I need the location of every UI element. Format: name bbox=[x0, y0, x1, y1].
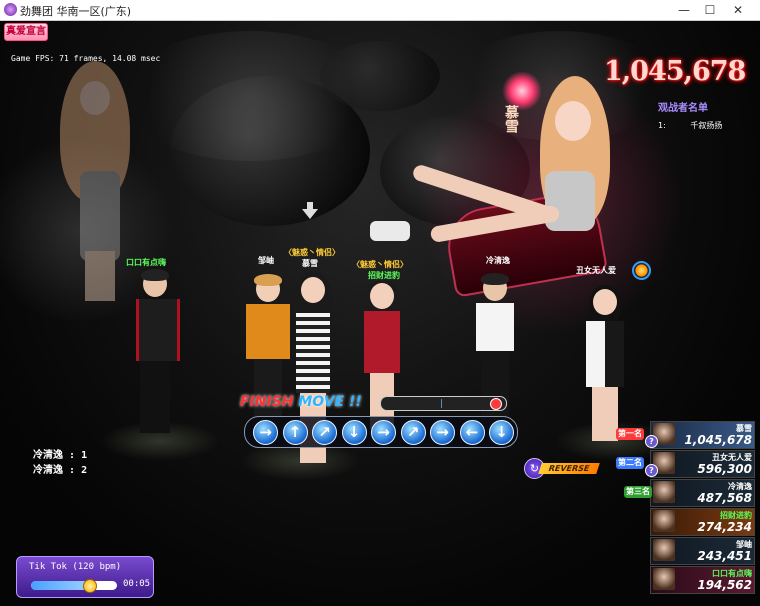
ranking-row: 邹岫 243,451 bbox=[650, 537, 755, 565]
rank-badge: 第一名 bbox=[616, 428, 644, 440]
finish-move-text: MOVE !! bbox=[298, 394, 362, 410]
rank-badge: 第三名 bbox=[624, 486, 652, 498]
chat-sender: 冷清逸 bbox=[33, 450, 63, 461]
power-gauge bbox=[380, 396, 507, 411]
power-gauge-knob bbox=[490, 398, 502, 410]
ranking-row: 口口有点嗨 194,562 bbox=[650, 566, 755, 594]
power-gauge-fill bbox=[441, 399, 442, 408]
music-panel: Tik Tok (120 bpm) 00:05 bbox=[16, 556, 154, 598]
rank-badge: 第二名 bbox=[616, 457, 644, 469]
ranking-row: 慕雪 1,045,678 bbox=[650, 421, 755, 449]
game-viewport[interactable]: 慕雪 真爱宣言 Game FPS: 71 frames, 14.08 msec … bbox=[0, 21, 760, 606]
arrow-right-icon: → bbox=[371, 420, 396, 445]
avatar bbox=[653, 539, 675, 561]
window-title: 劲舞团 华南一区(广东) bbox=[20, 5, 132, 18]
love-declaration-button[interactable]: 真爱宣言 bbox=[4, 23, 48, 41]
avatar bbox=[653, 510, 675, 532]
dancer-avatar[interactable] bbox=[470, 273, 520, 435]
avatar bbox=[653, 568, 675, 590]
avatar bbox=[653, 481, 675, 503]
arrow-down-icon: ↓ bbox=[341, 420, 367, 445]
finish-move-text: FINISH bbox=[240, 394, 299, 410]
ranking-score: 596,300 bbox=[697, 462, 752, 476]
player-name: 口口有点嗨 bbox=[126, 258, 166, 267]
arrow-down-icon: ↓ bbox=[489, 420, 514, 445]
ranking-row: 招财进豹 274,234 bbox=[650, 508, 755, 536]
arrow-up-right-icon: ↗ bbox=[400, 420, 426, 445]
ranking-row: 冷清逸 487,568 bbox=[650, 479, 755, 507]
song-title: Tik Tok (120 bpm) bbox=[29, 562, 122, 572]
arrow-right-icon: → bbox=[253, 420, 278, 445]
chat-sender: 冷清逸 bbox=[33, 465, 63, 476]
spectator-index: 1: bbox=[658, 121, 666, 130]
ranking-score: 274,234 bbox=[697, 520, 752, 534]
window-titlebar: 劲舞团 华南一区(广东) — ☐ ✕ bbox=[0, 0, 760, 21]
song-progress-knob bbox=[83, 579, 98, 593]
player-guild-tag: 〈魅惑丶情侣〉 bbox=[284, 248, 340, 257]
dancer-avatar[interactable] bbox=[130, 269, 180, 441]
dancer-avatar[interactable] bbox=[242, 274, 294, 436]
player-name: 招财进豹 bbox=[368, 271, 400, 280]
chat-message: : 1 bbox=[69, 450, 88, 461]
chat-message: : 2 bbox=[69, 465, 88, 476]
turn-indicator-arrow-icon bbox=[302, 202, 318, 219]
fps-counter: Game FPS: 71 frames, 14.08 msec bbox=[11, 54, 161, 63]
arrow-up-right-icon: ↗ bbox=[312, 420, 337, 445]
help-icon[interactable]: ? bbox=[645, 435, 658, 448]
app-icon bbox=[4, 3, 17, 16]
dancer-avatar[interactable] bbox=[580, 285, 630, 447]
arrow-up-icon: ↑ bbox=[282, 420, 308, 445]
player-guild-tag: 〈魅惑丶情侣〉 bbox=[352, 260, 408, 269]
ranking-score: 487,568 bbox=[697, 491, 752, 505]
song-progress-bar bbox=[31, 579, 117, 593]
help-icon[interactable]: ? bbox=[645, 464, 658, 477]
ranking-row: 丑女无人爱 596,300 bbox=[650, 450, 755, 478]
arrow-left-icon: ← bbox=[459, 420, 485, 445]
song-timer: 00:05 bbox=[123, 579, 151, 589]
player-name: 丑女无人爱 bbox=[576, 266, 616, 275]
total-score: 1,045,678 bbox=[604, 56, 746, 87]
ranking-score: 243,451 bbox=[697, 549, 752, 563]
song-progress-fill bbox=[31, 581, 90, 590]
player-name: 冷清逸 bbox=[486, 256, 510, 265]
player-name: 慕雪 bbox=[302, 259, 318, 268]
reverse-label: REVERSE bbox=[538, 463, 600, 474]
chat-line: 冷清逸 : 1 bbox=[33, 446, 87, 461]
chat-line: 冷清逸 : 2 bbox=[33, 461, 87, 476]
finish-move-banner: FINISH MOVE !! bbox=[240, 394, 362, 410]
spectator-list-title: 观战者名单 bbox=[658, 103, 708, 114]
player-name: 邹岫 bbox=[258, 256, 274, 265]
arrow-right-icon: → bbox=[430, 420, 455, 445]
close-button[interactable]: ✕ bbox=[718, 0, 758, 20]
ranking-score: 1,045,678 bbox=[684, 433, 752, 447]
spectator-name: 千叙扬扬 bbox=[690, 121, 723, 130]
mood-bubble-icon bbox=[632, 261, 651, 280]
spectator-row: 1: 千叙扬扬 bbox=[658, 120, 722, 131]
arrow-sequence-bar: → ↑ ↗ ↓ → ↗ → ← ↓ bbox=[244, 416, 518, 448]
ranking-score: 194,562 bbox=[697, 578, 752, 592]
reverse-indicator: ↻ REVERSE bbox=[524, 458, 600, 479]
